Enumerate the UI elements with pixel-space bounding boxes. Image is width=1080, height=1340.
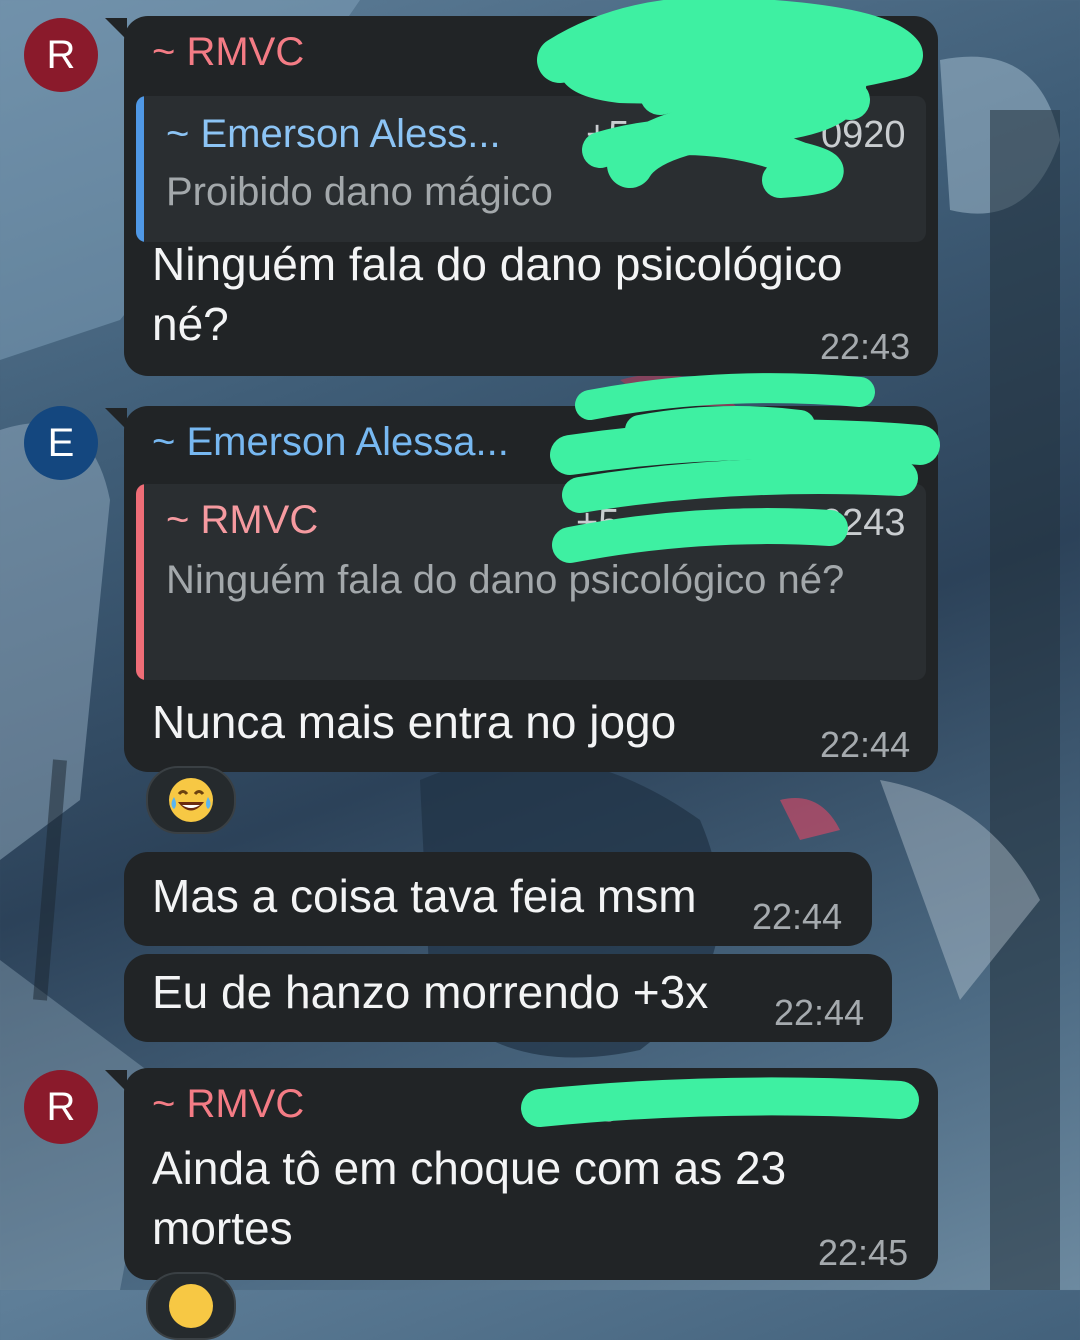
message-bubble[interactable]: Eu de hanzo morrendo +3x 22:44 — [124, 954, 892, 1042]
message-bubble[interactable]: ~ RMVC 3 ~ Emerson Aless... +5 0920 Proi… — [124, 16, 938, 376]
reaction-badge-partial[interactable] — [146, 1272, 236, 1340]
sender-phone: +5 — [576, 1088, 620, 1130]
avatar-rmvc[interactable]: R — [24, 1070, 98, 1144]
quote-text: Proibido dano mágico — [166, 170, 553, 214]
message-text: Mas a coisa tava feia msm — [152, 870, 697, 922]
quote-text: Ninguém fala do dano psicológico né? — [166, 558, 845, 602]
avatar-emerson[interactable]: E — [24, 406, 98, 480]
quote-phone-start: +5 — [586, 114, 630, 156]
message-bubble[interactable]: Mas a coisa tava feia msm 22:44 — [124, 852, 872, 946]
message-text: Nunca mais entra no jogo — [152, 696, 677, 748]
sender-name[interactable]: ~ RMVC — [152, 30, 304, 75]
message-bubble[interactable]: ~ RMVC +5 Ainda tô em choque com as 23 m… — [124, 1068, 938, 1280]
sender-name[interactable]: ~ RMVC — [152, 1082, 304, 1127]
quote-bar — [136, 96, 144, 242]
message-time: 22:44 — [820, 724, 911, 765]
message-time: 22:44 — [752, 896, 843, 937]
quote-sender: ~ Emerson Aless... — [166, 112, 501, 156]
quote-bar — [136, 484, 144, 680]
reply-quote[interactable]: ~ Emerson Aless... +5 0920 Proibido dano… — [136, 96, 926, 242]
message-text: Eu de hanzo morrendo +3x — [152, 966, 709, 1018]
quote-phone-start: +5 — [576, 502, 620, 544]
avatar-rmvc[interactable]: R — [24, 18, 98, 92]
sender-name[interactable]: ~ Emerson Alessa... — [152, 420, 509, 465]
message-text: Ninguém fala do dano psicológico né? — [152, 238, 843, 350]
quote-sender: ~ RMVC — [166, 498, 319, 542]
emoji-icon — [169, 1284, 213, 1328]
message-text: Ainda tô em choque com as 23 mortes — [152, 1142, 787, 1254]
quote-phone-end: 0243 — [821, 502, 906, 544]
quote-phone-end: 0920 — [821, 114, 906, 156]
message-bubble[interactable]: ~ Emerson Alessa... +55 ~ RMVC +5 0243 N… — [124, 406, 938, 772]
message-time: 22:45 — [818, 1232, 909, 1273]
reply-quote[interactable]: ~ RMVC +5 0243 Ninguém fala do dano psic… — [136, 484, 926, 680]
message-time: 22:43 — [820, 326, 911, 367]
joy-emoji-icon — [169, 778, 213, 822]
sender-phone: 3 — [876, 36, 898, 78]
message-time: 22:44 — [774, 992, 865, 1033]
reaction-badge[interactable] — [146, 766, 236, 834]
sender-phone: +55 — [580, 426, 645, 468]
